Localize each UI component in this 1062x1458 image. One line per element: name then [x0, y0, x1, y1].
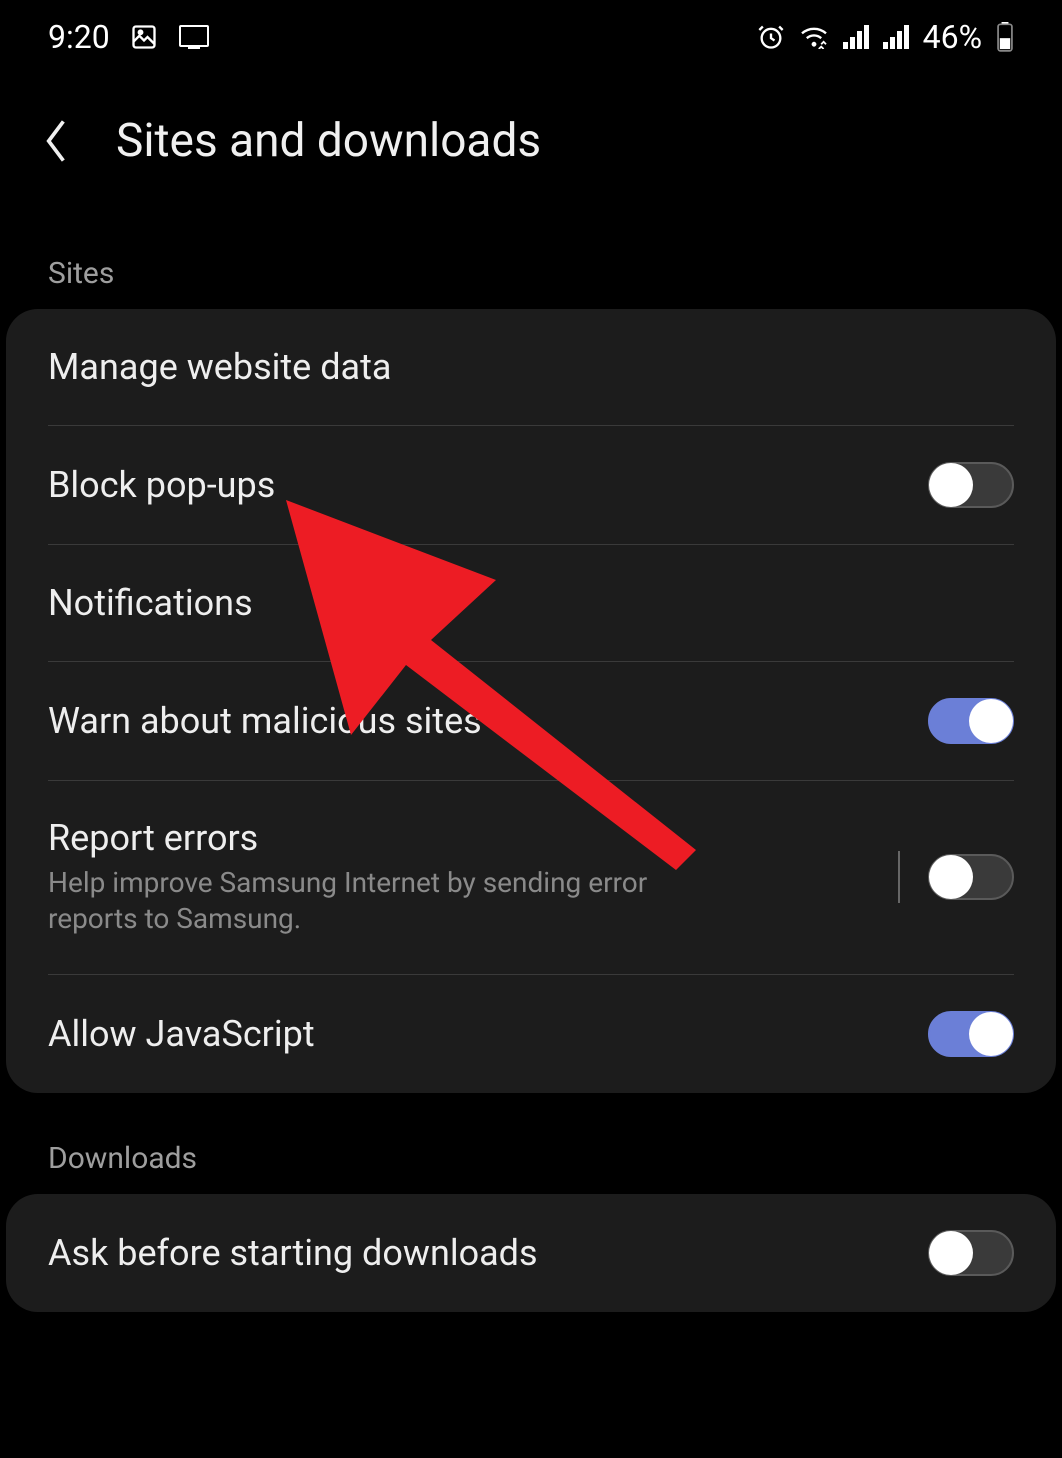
warn-malicious-toggle[interactable] [928, 698, 1014, 744]
wifi-icon [799, 25, 829, 49]
back-button[interactable] [36, 121, 76, 161]
allow-javascript-label: Allow JavaScript [48, 1013, 928, 1055]
toggle-knob [929, 855, 973, 899]
ask-before-downloads-item[interactable]: Ask before starting downloads [6, 1194, 1056, 1312]
report-errors-toggle[interactable] [928, 854, 1014, 900]
notifications-item[interactable]: Notifications [6, 545, 1056, 661]
sites-card: Manage website data Block pop-ups Notifi… [6, 309, 1056, 1093]
report-errors-label: Report errors [48, 817, 898, 859]
block-popups-toggle[interactable] [928, 462, 1014, 508]
toggle-knob [929, 1231, 973, 1275]
battery-icon [996, 22, 1014, 52]
warn-malicious-label: Warn about malicious sites [48, 700, 928, 742]
ask-before-downloads-toggle[interactable] [928, 1230, 1014, 1276]
report-errors-item[interactable]: Report errors Help improve Samsung Inter… [6, 781, 1056, 974]
signal-icon-2 [883, 25, 909, 49]
allow-javascript-item[interactable]: Allow JavaScript [6, 975, 1056, 1093]
toggle-knob [969, 699, 1013, 743]
status-time: 9:20 [48, 18, 110, 56]
section-sites-label: Sites [0, 208, 1062, 309]
notifications-label: Notifications [48, 582, 1014, 624]
warn-malicious-item[interactable]: Warn about malicious sites [6, 662, 1056, 780]
signal-icon-1 [843, 25, 869, 49]
manage-website-data-item[interactable]: Manage website data [6, 309, 1056, 425]
vertical-divider [898, 851, 900, 903]
manage-website-data-label: Manage website data [48, 346, 1014, 388]
cast-icon [178, 24, 210, 50]
toggle-knob [969, 1012, 1013, 1056]
report-errors-sublabel: Help improve Samsung Internet by sending… [48, 865, 668, 938]
battery-percent: 46% [923, 18, 982, 56]
block-popups-item[interactable]: Block pop-ups [6, 426, 1056, 544]
status-bar: 9:20 [0, 0, 1062, 74]
block-popups-label: Block pop-ups [48, 464, 928, 506]
toggle-knob [929, 463, 973, 507]
section-downloads-label: Downloads [0, 1093, 1062, 1194]
image-icon [130, 23, 158, 51]
status-left: 9:20 [48, 18, 210, 56]
allow-javascript-toggle[interactable] [928, 1011, 1014, 1057]
status-right: 46% [757, 18, 1014, 56]
page-title: Sites and downloads [116, 114, 541, 168]
alarm-icon [757, 23, 785, 51]
downloads-card: Ask before starting downloads [6, 1194, 1056, 1312]
ask-before-downloads-label: Ask before starting downloads [48, 1232, 928, 1274]
header: Sites and downloads [0, 74, 1062, 208]
